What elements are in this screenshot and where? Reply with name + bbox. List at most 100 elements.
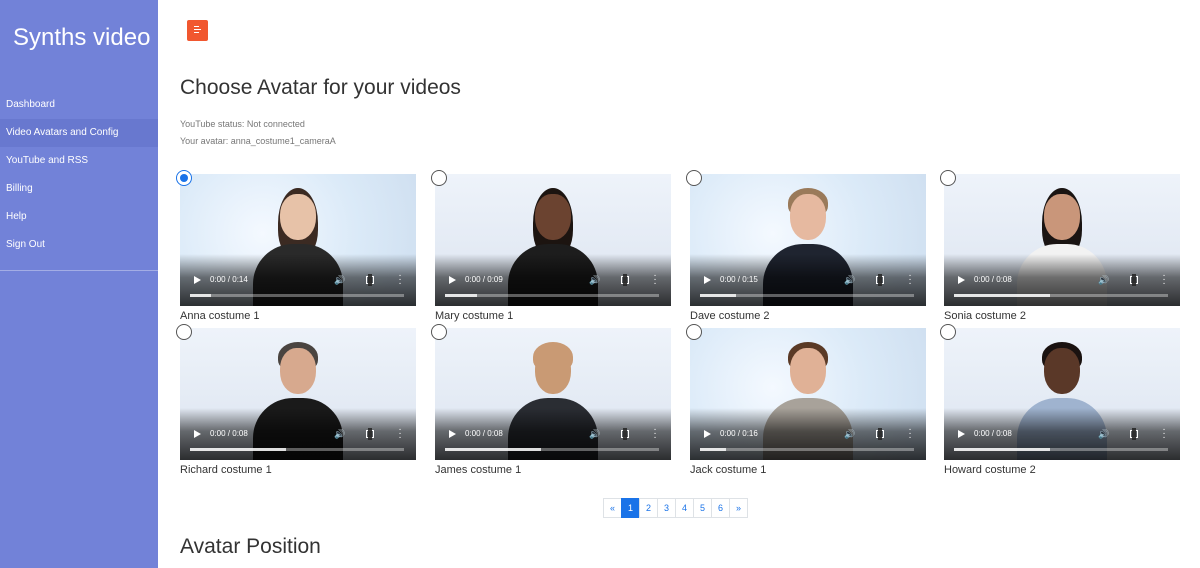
video-controls: 0:00 / 0:08 🔊 · · · bbox=[944, 254, 1180, 306]
volume-icon[interactable]: 🔊 bbox=[844, 275, 855, 286]
sidebar-item-youtube-rss[interactable]: YouTube and RSS bbox=[0, 147, 158, 175]
youtube-status: YouTube status: Not connected bbox=[180, 119, 305, 129]
volume-icon[interactable]: 🔊 bbox=[334, 275, 345, 286]
pagination-page-6[interactable]: 6 bbox=[711, 498, 730, 518]
avatar-radio[interactable] bbox=[940, 170, 956, 186]
more-options-icon[interactable]: · · · bbox=[1162, 425, 1166, 443]
seek-bar-fill bbox=[700, 294, 737, 297]
brand-title: Synths video bbox=[13, 24, 151, 51]
avatar-video[interactable]: 0:00 / 0:09 🔊 · · · bbox=[435, 174, 671, 306]
seek-bar[interactable] bbox=[445, 448, 659, 451]
more-options-icon[interactable]: · · · bbox=[398, 425, 402, 443]
seek-bar-fill bbox=[954, 448, 1051, 451]
avatar-label: Richard costume 1 bbox=[180, 464, 272, 476]
video-controls: 0:00 / 0:09 🔊 · · · bbox=[435, 254, 671, 306]
avatar-radio[interactable] bbox=[686, 324, 702, 340]
video-time: 0:00 / 0:15 bbox=[720, 275, 758, 284]
avatar-label: Anna costume 1 bbox=[180, 310, 260, 322]
seek-bar-fill bbox=[445, 448, 542, 451]
avatar-radio[interactable] bbox=[431, 170, 447, 186]
menu-icon[interactable] bbox=[187, 20, 208, 41]
pagination-next[interactable]: » bbox=[729, 498, 748, 518]
seek-bar-fill bbox=[700, 448, 726, 451]
more-options-icon[interactable]: · · · bbox=[398, 271, 402, 289]
fullscreen-icon[interactable] bbox=[876, 428, 884, 440]
play-icon[interactable] bbox=[449, 276, 456, 284]
sidebar-item-billing[interactable]: Billing bbox=[0, 175, 158, 203]
fullscreen-icon[interactable] bbox=[621, 428, 629, 440]
sidebar-item-dashboard[interactable]: Dashboard bbox=[0, 91, 158, 119]
avatar-radio[interactable] bbox=[686, 170, 702, 186]
play-icon[interactable] bbox=[958, 430, 965, 438]
avatar-radio[interactable] bbox=[176, 324, 192, 340]
volume-icon[interactable]: 🔊 bbox=[334, 429, 345, 440]
seek-bar[interactable] bbox=[190, 294, 404, 297]
fullscreen-icon[interactable] bbox=[366, 274, 374, 286]
avatar-label: Mary costume 1 bbox=[435, 310, 514, 322]
avatar-video[interactable]: 0:00 / 0:08 🔊 · · · bbox=[944, 174, 1180, 306]
video-controls: 0:00 / 0:08 🔊 · · · bbox=[435, 408, 671, 460]
volume-icon[interactable]: 🔊 bbox=[844, 429, 855, 440]
pagination-page-3[interactable]: 3 bbox=[657, 498, 676, 518]
video-controls: 0:00 / 0:16 🔊 · · · bbox=[690, 408, 926, 460]
volume-icon[interactable]: 🔊 bbox=[589, 429, 600, 440]
avatar-label: Howard costume 2 bbox=[944, 464, 1036, 476]
seek-bar[interactable] bbox=[700, 294, 914, 297]
fullscreen-icon[interactable] bbox=[621, 274, 629, 286]
avatar-video[interactable]: 0:00 / 0:14 🔊 · · · bbox=[180, 174, 416, 306]
fullscreen-icon[interactable] bbox=[1130, 274, 1138, 286]
seek-bar[interactable] bbox=[954, 294, 1168, 297]
pagination-page-5[interactable]: 5 bbox=[693, 498, 712, 518]
volume-icon[interactable]: 🔊 bbox=[1098, 429, 1109, 440]
video-time: 0:00 / 0:08 bbox=[974, 429, 1012, 438]
video-controls: 0:00 / 0:15 🔊 · · · bbox=[690, 254, 926, 306]
avatar-video[interactable]: 0:00 / 0:15 🔊 · · · bbox=[690, 174, 926, 306]
volume-icon[interactable]: 🔊 bbox=[1098, 275, 1109, 286]
seek-bar[interactable] bbox=[954, 448, 1168, 451]
sidebar-item-help[interactable]: Help bbox=[0, 203, 158, 231]
avatar-radio[interactable] bbox=[431, 324, 447, 340]
avatar-video[interactable]: 0:00 / 0:08 🔊 · · · bbox=[435, 328, 671, 460]
avatar-video[interactable]: 0:00 / 0:08 🔊 · · · bbox=[944, 328, 1180, 460]
video-time: 0:00 / 0:14 bbox=[210, 275, 248, 284]
pagination-page-2[interactable]: 2 bbox=[639, 498, 658, 518]
pagination-page-4[interactable]: 4 bbox=[675, 498, 694, 518]
avatar-radio[interactable] bbox=[940, 324, 956, 340]
sidebar-item-sign-out[interactable]: Sign Out bbox=[0, 231, 158, 259]
more-options-icon[interactable]: · · · bbox=[908, 425, 912, 443]
avatar-video[interactable]: 0:00 / 0:08 🔊 · · · bbox=[180, 328, 416, 460]
avatar-video[interactable]: 0:00 / 0:16 🔊 · · · bbox=[690, 328, 926, 460]
avatar-label: Jack costume 1 bbox=[690, 464, 767, 476]
sidebar-item-video-avatars[interactable]: Video Avatars and Config bbox=[0, 119, 158, 147]
fullscreen-icon[interactable] bbox=[876, 274, 884, 286]
avatar-label: Sonia costume 2 bbox=[944, 310, 1026, 322]
play-icon[interactable] bbox=[704, 430, 711, 438]
seek-bar[interactable] bbox=[445, 294, 659, 297]
video-time: 0:00 / 0:08 bbox=[210, 429, 248, 438]
seek-bar[interactable] bbox=[190, 448, 404, 451]
play-icon[interactable] bbox=[194, 276, 201, 284]
play-icon[interactable] bbox=[194, 430, 201, 438]
fullscreen-icon[interactable] bbox=[366, 428, 374, 440]
seek-bar-fill bbox=[954, 294, 1051, 297]
volume-icon[interactable]: 🔊 bbox=[589, 275, 600, 286]
more-options-icon[interactable]: · · · bbox=[653, 271, 657, 289]
pagination-prev[interactable]: « bbox=[603, 498, 622, 518]
play-icon[interactable] bbox=[704, 276, 711, 284]
avatar-radio[interactable] bbox=[176, 170, 192, 186]
fullscreen-icon[interactable] bbox=[1130, 428, 1138, 440]
more-options-icon[interactable]: · · · bbox=[1162, 271, 1166, 289]
section-title-avatar-position: Avatar Position bbox=[180, 535, 321, 558]
video-controls: 0:00 / 0:08 🔊 · · · bbox=[944, 408, 1180, 460]
play-icon[interactable] bbox=[449, 430, 456, 438]
video-time: 0:00 / 0:16 bbox=[720, 429, 758, 438]
video-time: 0:00 / 0:08 bbox=[465, 429, 503, 438]
more-options-icon[interactable]: · · · bbox=[908, 271, 912, 289]
avatar-label: Dave costume 2 bbox=[690, 310, 770, 322]
video-controls: 0:00 / 0:14 🔊 · · · bbox=[180, 254, 416, 306]
video-time: 0:00 / 0:09 bbox=[465, 275, 503, 284]
pagination-page-1[interactable]: 1 bbox=[621, 498, 640, 518]
play-icon[interactable] bbox=[958, 276, 965, 284]
seek-bar[interactable] bbox=[700, 448, 914, 451]
more-options-icon[interactable]: · · · bbox=[653, 425, 657, 443]
